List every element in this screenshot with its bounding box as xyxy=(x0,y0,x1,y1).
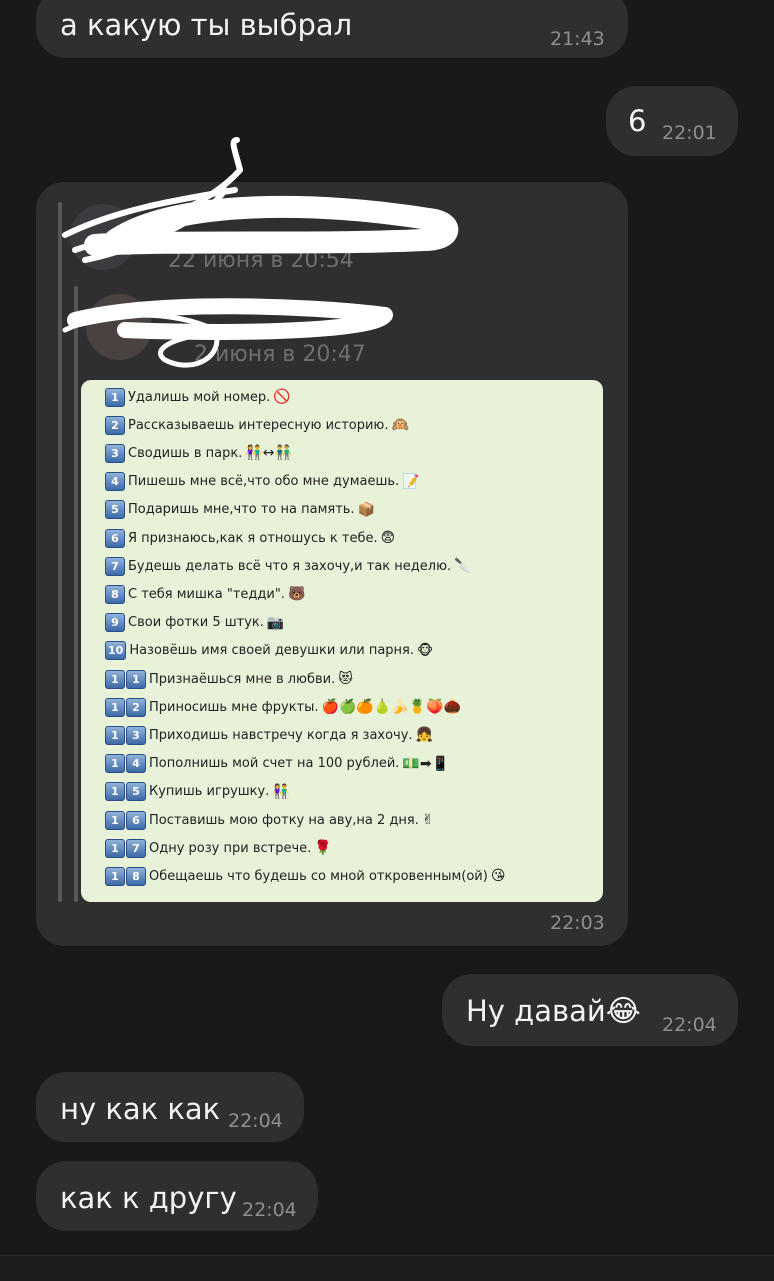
number-keycap-icon: 6 xyxy=(105,528,125,548)
number-keycap-icon: 13 xyxy=(105,725,146,745)
message-bubble-outgoing[interactable]: Ну давай😂 22:04 xyxy=(442,974,738,1046)
photo-list-text: Обещаешь что будешь со мной откровенным(… xyxy=(149,868,488,884)
photo-list-text: Удалишь мой номер. xyxy=(128,389,271,405)
photo-list-item: 7 Будешь делать всё что я захочу,и так не… xyxy=(105,553,472,579)
attached-photo[interactable]: 1 Удалишь мой номер. 🚫 2 Рассказываешь интер… xyxy=(81,380,603,902)
emoji-icon: 👧 xyxy=(415,727,433,744)
number-keycap-icon: 15 xyxy=(105,782,146,802)
photo-list-item: 1 6 Поставишь мою фотку на аву,на 2 дня. ✌ xyxy=(105,807,434,833)
message-time: 22:04 xyxy=(662,1014,717,1036)
number-keycap-icon: 18 xyxy=(105,866,146,886)
emoji-icon: 💵➡📱 xyxy=(402,755,449,772)
message-text: как к другу xyxy=(60,1181,237,1215)
number-keycap-icon: 8 xyxy=(105,584,125,604)
message-time: 22:01 xyxy=(662,122,717,144)
emoji-icon: 🐵 xyxy=(417,642,434,659)
number-keycap-icon: 11 xyxy=(105,669,146,689)
photo-list-text: Пополнишь мой счет на 100 рублей. xyxy=(149,756,400,772)
redaction-scribble xyxy=(62,137,459,368)
photo-list-item: 8С тебя мишка "тедди". 🐻 xyxy=(105,581,305,607)
emoji-icon: 📦 xyxy=(357,501,376,518)
message-time: 22:04 xyxy=(242,1199,297,1221)
photo-list-item: 1 3 Приходишь навстречу когда я захочу. 👧 xyxy=(105,722,433,748)
number-keycap-icon: 16 xyxy=(105,810,146,830)
emoji-icon: 📝 xyxy=(402,473,420,490)
photo-list-item: 1 Удалишь мой номер. 🚫 xyxy=(105,384,291,410)
emoji-icon: 😻 xyxy=(338,671,353,687)
photo-list-text: Одну розу при встрече. xyxy=(149,840,312,856)
message-text: а какую ты выбрал xyxy=(60,8,353,42)
emoji-icon: ✌ xyxy=(421,812,434,828)
emoji-icon: 🍎🍏🍊🍐🍌🍍🍑🌰 xyxy=(321,699,461,716)
message-text: ну как как xyxy=(60,1092,221,1126)
photo-list-text: Приносишь мне фрукты. xyxy=(149,699,319,715)
photo-list-text: Рассказываешь интересную историю. xyxy=(128,417,389,433)
emoji-icon: 🌹 xyxy=(314,840,332,857)
photo-list-text: Признаёшься мне в любви. xyxy=(149,671,336,687)
photo-list-item: 1 2 Приносишь мне фрукты. 🍎🍏🍊🍐🍌🍍🍑🌰 xyxy=(105,694,461,720)
photo-list-item: 2 Рассказываешь интересную историю. 🙉 xyxy=(105,412,409,438)
number-keycap-icon: 3 xyxy=(105,443,125,463)
photo-list-text: Сводишь в парк. xyxy=(128,445,243,461)
number-keycap-icon: 1 xyxy=(105,387,125,407)
number-keycap-icon: 17 xyxy=(105,838,146,858)
emoji-icon: 🐻 xyxy=(287,586,306,603)
emoji-icon: 👫 xyxy=(272,783,290,800)
photo-list-text: Будешь делать всё что я захочу,и так нед… xyxy=(128,558,452,574)
number-keycap-icon: 14 xyxy=(105,754,146,774)
number-keycap-icon: 5 xyxy=(105,500,125,520)
photo-list-item: 10 Назовёшь имя своей девушки или парня. 🐵 xyxy=(105,638,433,664)
photo-list-text: Свои фотки 5 штук. xyxy=(128,615,264,631)
emoji-icon: 😨 xyxy=(380,530,396,546)
photo-list-text: С тебя мишка "тедди". xyxy=(128,586,285,602)
photo-list-item: 1 5 Купишь игрушку. 👫 xyxy=(105,779,290,805)
emoji-icon: 🙉 xyxy=(391,417,409,434)
emoji-icon: 🔪 xyxy=(454,558,472,575)
emoji-icon: 📷 xyxy=(266,614,285,631)
photo-list-item: 3 Сводишь в парк. 👫↔👬 xyxy=(105,440,292,466)
photo-list-text: Пишешь мне всё,что обо мне думаешь. xyxy=(128,474,400,490)
message-bubble-incoming[interactable]: как к другу 22:04 xyxy=(36,1161,318,1231)
message-text: Ну давай😂 xyxy=(466,994,641,1029)
number-keycap-icon: 2 xyxy=(105,415,125,435)
photo-list-item: 1 4 Пополнишь мой счет на 100 рублей. 💵➡📱 xyxy=(105,751,449,777)
number-keycap-icon: 10 xyxy=(105,641,127,661)
message-time: 22:03 xyxy=(550,912,605,934)
photo-list-text: Подаришь мне,что то на память. xyxy=(128,502,355,518)
number-keycap-icon: 7 xyxy=(105,556,125,576)
photo-list-text: Поставишь мою фотку на аву,на 2 дня. xyxy=(149,812,419,828)
laughing-emoji-icon: 😂 xyxy=(605,994,641,1029)
photo-list-text: Приходишь навстречу когда я захочу. xyxy=(149,727,413,743)
emoji-icon: 🚫 xyxy=(273,389,291,405)
photo-list-text: Я признаюсь,как я отношусь к тебе. xyxy=(128,530,378,546)
number-keycap-icon: 12 xyxy=(105,697,146,717)
message-text: 6 xyxy=(628,104,647,138)
message-bubble-incoming[interactable]: ну как как 22:04 xyxy=(36,1072,304,1142)
photo-list-item: 1 7 Одну розу при встрече. 🌹 xyxy=(105,835,332,861)
photo-list-item: 4 Пишешь мне всё,что обо мне думаешь. 📝 xyxy=(105,469,420,495)
emoji-icon: 😘 xyxy=(490,868,506,885)
number-keycap-icon: 4 xyxy=(105,472,125,492)
emoji-icon: 👫↔👬 xyxy=(245,445,292,462)
bottom-bar xyxy=(0,1255,774,1281)
number-keycap-icon: 9 xyxy=(105,613,125,633)
photo-list-item: 5 Подаришь мне,что то на память. 📦 xyxy=(105,497,375,523)
message-bubble-incoming[interactable]: а какую ты выбрал 21:43 xyxy=(36,0,628,58)
photo-list-text: Назовёшь имя своей девушки или парня. xyxy=(129,643,414,659)
photo-list-item: 1 1 Признаёшься мне в любви. 😻 xyxy=(105,666,353,692)
photo-list-item: 1 8 Обещаешь что будешь со мной откровенны… xyxy=(105,863,505,889)
photo-list-item: 6Я признаюсь,как я отношусь к тебе. 😨 xyxy=(105,525,395,551)
photo-list-text: Купишь игрушку. xyxy=(149,784,270,800)
message-time: 21:43 xyxy=(550,28,605,50)
message-text-content: Ну давай xyxy=(466,994,606,1028)
message-time: 22:04 xyxy=(228,1110,283,1132)
message-bubble-outgoing[interactable]: 6 22:01 xyxy=(606,86,738,156)
photo-list-item: 9 Свои фотки 5 штук. 📷 xyxy=(105,610,284,636)
